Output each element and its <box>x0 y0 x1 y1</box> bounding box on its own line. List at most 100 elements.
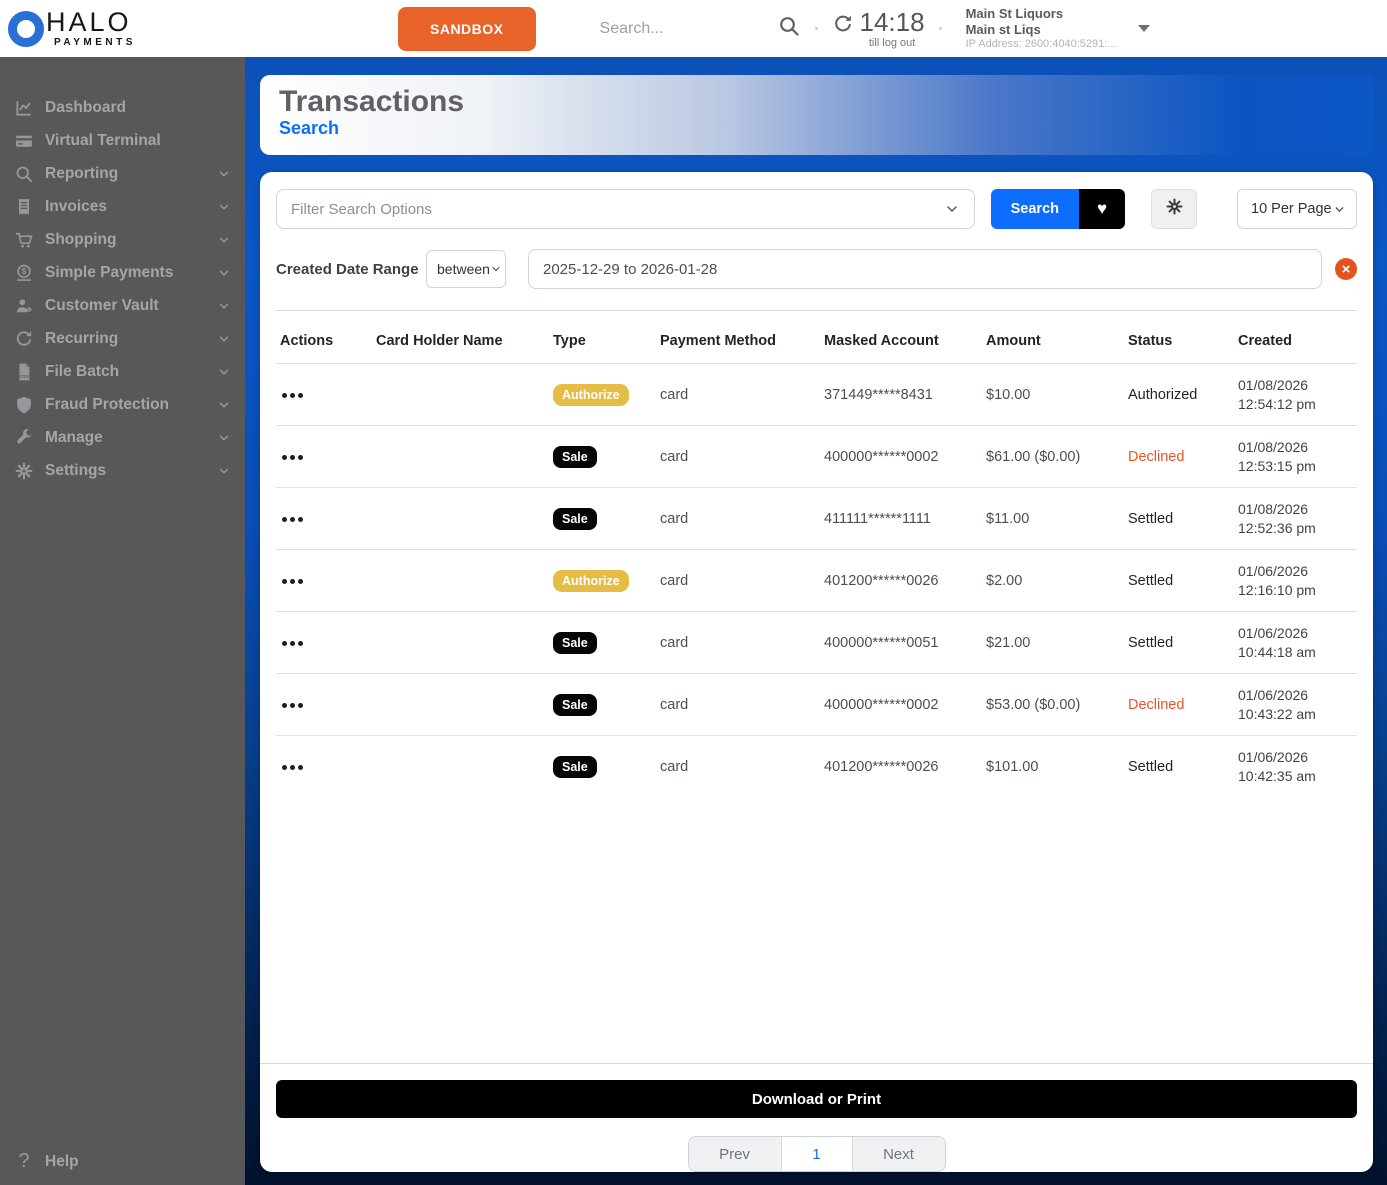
cell-masked-account: 400000******0051 <box>820 612 982 674</box>
close-icon: × <box>1342 262 1351 277</box>
sidebar-item-virtual-terminal[interactable]: Virtual Terminal <box>0 124 245 157</box>
brand-logo: HALO PAYMENTS <box>8 9 248 48</box>
chevron-down-icon <box>217 332 231 346</box>
top-bar: HALO PAYMENTS SANDBOX 14:18 till log out… <box>0 0 1387 57</box>
cell-created: 01/06/202610:44:18 am <box>1238 624 1353 662</box>
session-timer: 14:18 till log out <box>832 9 925 49</box>
chevron-down-icon <box>217 167 231 181</box>
search-input[interactable] <box>598 19 777 39</box>
date-range-label: Created Date Range <box>276 261 426 278</box>
sandbox-button[interactable]: SANDBOX <box>398 7 536 51</box>
merchant-info[interactable]: Main St Liquors Main st Liqs IP Address:… <box>966 6 1117 50</box>
cell-masked-account: 400000******0002 <box>820 674 982 736</box>
main-content: Transactions Search Filter Search Option… <box>260 57 1373 1172</box>
sidebar-item-help[interactable]: ? Help <box>13 1150 79 1173</box>
brand-name: HALO <box>46 9 136 36</box>
merchant-dropdown-caret-icon[interactable] <box>1138 25 1150 32</box>
clear-filter-button[interactable]: × <box>1335 258 1357 280</box>
col-header-amount: Amount <box>982 311 1124 364</box>
session-time: 14:18 <box>860 9 925 35</box>
row-actions-button[interactable] <box>280 635 305 652</box>
col-header-created: Created <box>1234 311 1357 364</box>
chevron-down-icon <box>217 464 231 478</box>
svg-text:CSV: CSV <box>20 373 29 378</box>
table-row: Sale card 400000******0002 $53.00 ($0.00… <box>276 674 1357 736</box>
cell-created: 01/06/202610:42:35 am <box>1238 748 1353 786</box>
logo-ring-icon <box>8 11 44 47</box>
type-badge: Sale <box>553 756 597 778</box>
app-viewport: HALO PAYMENTS SANDBOX 14:18 till log out… <box>0 0 1387 1185</box>
cell-created: 01/08/202612:53:15 pm <box>1238 438 1353 476</box>
transactions-card: Filter Search Options Search ♥ 10 Per Pa… <box>260 172 1373 1172</box>
cell-card-holder <box>372 364 549 426</box>
next-page-button[interactable]: Next <box>853 1137 945 1171</box>
session-refresh-icon[interactable] <box>832 13 854 40</box>
sidebar-item-fraud-protection[interactable]: Fraud Protection <box>0 388 245 421</box>
type-badge: Sale <box>553 632 597 654</box>
current-page-button[interactable]: 1 <box>781 1137 853 1171</box>
sidebar-item-label: Fraud Protection <box>45 396 169 414</box>
cell-payment-method: card <box>656 364 820 426</box>
footer: Download or Print Prev 1 Next <box>260 1064 1373 1172</box>
row-actions-button[interactable] <box>280 697 305 714</box>
row-actions-button[interactable] <box>280 449 305 466</box>
download-or-print-button[interactable]: Download or Print <box>276 1080 1357 1118</box>
cell-amount: $10.00 <box>982 364 1124 426</box>
page-banner: Transactions Search <box>260 75 1373 155</box>
status-text: Settled <box>1128 759 1173 775</box>
sidebar-item-label: Virtual Terminal <box>45 132 161 150</box>
sidebar-item-shopping[interactable]: Shopping <box>0 223 245 256</box>
sidebar-item-recurring[interactable]: Recurring <box>0 322 245 355</box>
header-search <box>598 14 801 43</box>
status-text: Declined <box>1128 449 1184 465</box>
help-icon: ? <box>13 1150 35 1173</box>
filter-options-select[interactable]: Filter Search Options <box>276 189 975 229</box>
type-badge: Authorize <box>553 570 629 592</box>
favorite-button[interactable]: ♥ <box>1079 189 1125 229</box>
per-page-select[interactable]: 10 Per Page <box>1237 189 1357 229</box>
file-csv-icon: CSV <box>13 361 35 383</box>
row-actions-button[interactable] <box>280 387 305 404</box>
status-text: Settled <box>1128 635 1173 651</box>
wrench-icon <box>13 427 35 449</box>
cell-payment-method: card <box>656 488 820 550</box>
table-row: Authorize card 401200******0026 $2.00 Se… <box>276 550 1357 612</box>
sidebar-item-label: Settings <box>45 462 106 480</box>
sidebar-item-file-batch[interactable]: CSV File Batch <box>0 355 245 388</box>
gear-icon <box>1165 197 1184 221</box>
sidebar-item-settings[interactable]: Settings <box>0 454 245 487</box>
person-gear-icon <box>13 295 35 317</box>
cell-payment-method: card <box>656 612 820 674</box>
sidebar-item-simple-payments[interactable]: $ Simple Payments <box>0 256 245 289</box>
sidebar-item-dashboard[interactable]: Dashboard <box>0 91 245 124</box>
col-header-payment-method: Payment Method <box>656 311 820 364</box>
search-icon[interactable] <box>777 14 801 43</box>
cell-amount: $53.00 ($0.00) <box>982 674 1124 736</box>
brand-subtitle: PAYMENTS <box>54 38 136 48</box>
transactions-table: Actions Card Holder Name Type Payment Me… <box>276 311 1357 797</box>
sidebar-item-invoices[interactable]: Invoices <box>0 190 245 223</box>
sidebar-item-label: File Batch <box>45 363 119 381</box>
merchant-name: Main St Liquors <box>966 6 1117 22</box>
cell-payment-method: card <box>656 550 820 612</box>
filter-settings-button[interactable] <box>1151 189 1197 229</box>
page-subtitle: Search <box>279 118 1373 140</box>
cell-created: 01/08/202612:54:12 pm <box>1238 376 1353 414</box>
header-separator <box>939 27 942 30</box>
sidebar-item-customer-vault[interactable]: Customer Vault <box>0 289 245 322</box>
chevron-down-icon <box>490 263 502 275</box>
row-actions-button[interactable] <box>280 573 305 590</box>
table-row: Sale card 400000******0051 $21.00 Settle… <box>276 612 1357 674</box>
sidebar-item-manage[interactable]: Manage <box>0 421 245 454</box>
table-row: Sale card 401200******0026 $101.00 Settl… <box>276 736 1357 798</box>
row-actions-button[interactable] <box>280 759 305 776</box>
date-operator-select[interactable]: between <box>426 250 506 288</box>
sidebar-item-label: Shopping <box>45 231 116 249</box>
search-button[interactable]: Search <box>991 189 1079 229</box>
date-range-input[interactable]: 2025-12-29 to 2026-01-28 <box>528 249 1322 289</box>
chevron-down-icon <box>217 299 231 313</box>
cell-masked-account: 411111******1111 <box>820 488 982 550</box>
sidebar-item-reporting[interactable]: Reporting <box>0 157 245 190</box>
row-actions-button[interactable] <box>280 511 305 528</box>
prev-page-button[interactable]: Prev <box>689 1137 781 1171</box>
